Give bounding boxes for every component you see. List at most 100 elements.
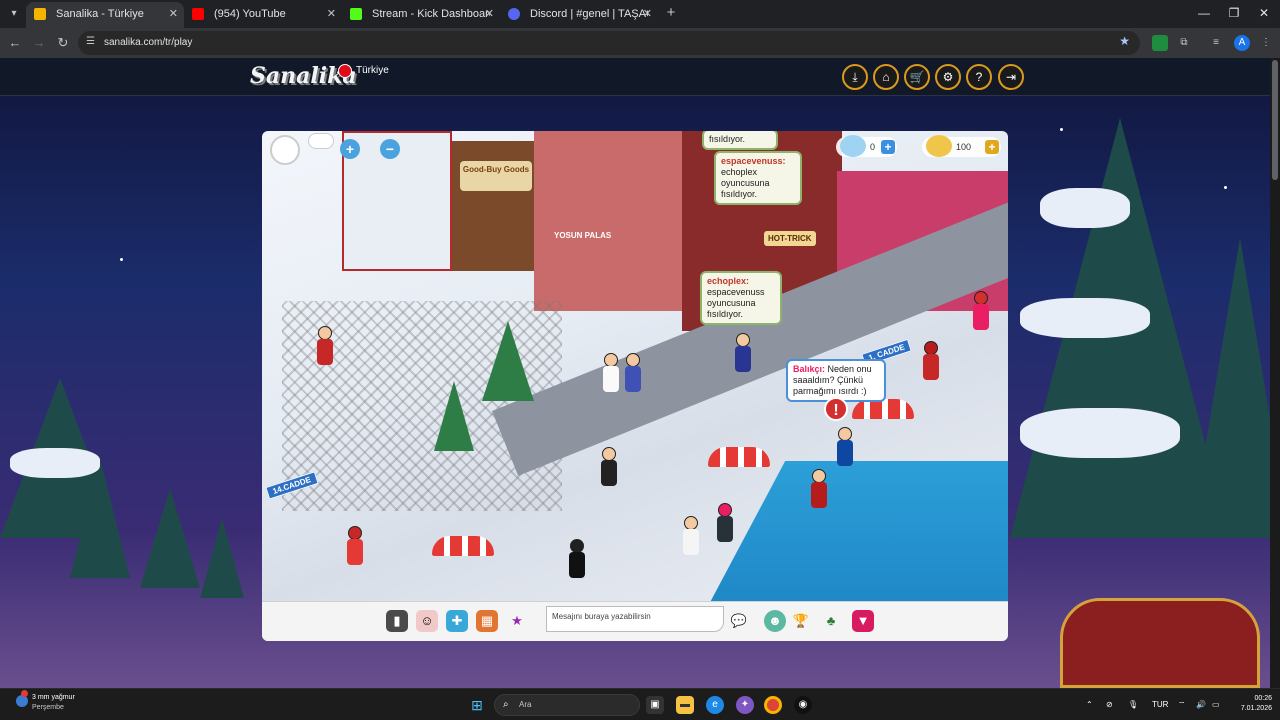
tab-sanalika[interactable]: Sanalika - Türkiye ✕	[26, 2, 184, 28]
task-view-icon[interactable]: ▣	[646, 696, 664, 714]
reload-button[interactable]: ↻	[54, 34, 72, 52]
player-avatar[interactable]	[922, 341, 940, 381]
player-avatar[interactable]	[568, 539, 586, 579]
site-info-icon[interactable]: ☰	[86, 35, 100, 49]
avatar-head	[924, 341, 938, 355]
search-placeholder: Ara	[519, 700, 532, 709]
pine-tree-decoration	[140, 488, 200, 588]
close-icon[interactable]: ✕	[169, 2, 178, 26]
close-icon[interactable]: ✕	[643, 2, 652, 26]
phone-icon[interactable]: ▮	[386, 610, 408, 632]
tab-discord[interactable]: Discord | #genel | TAŞACAK ✕	[500, 2, 658, 28]
chat-input[interactable]: Mesajını buraya yazabilirsin	[546, 606, 724, 632]
logout-button[interactable]: ⇥	[998, 64, 1024, 90]
chat-bubble-icon[interactable]: 💬	[728, 610, 750, 632]
menu-arrow-icon[interactable]: ▼	[852, 610, 874, 632]
close-icon[interactable]: ✕	[327, 2, 336, 26]
beach-umbrella[interactable]	[852, 399, 914, 419]
player-avatar[interactable]	[316, 326, 334, 366]
weather-icon	[16, 695, 28, 707]
inventory-icon[interactable]: ▦	[476, 610, 498, 632]
gold-counter[interactable]: 100 +	[922, 135, 1002, 157]
dance-icon[interactable]: ★	[506, 610, 528, 632]
player-avatar[interactable]	[836, 427, 854, 467]
file-explorer-icon[interactable]: ▬	[676, 696, 694, 714]
tab-search-icon[interactable]: ▾	[6, 6, 22, 22]
windows-start-icon[interactable]: ⊞	[468, 696, 486, 714]
volume-icon[interactable]: 🔊	[1196, 697, 1206, 713]
diamond-counter[interactable]: 0 +	[836, 135, 898, 157]
url-text[interactable]: sanalika.com/tr/play	[104, 31, 192, 55]
tab-kick[interactable]: Stream - Kick Dashboard ✕	[342, 2, 500, 28]
zoom-out-button[interactable]: −	[380, 139, 400, 159]
zoom-in-button[interactable]: +	[340, 139, 360, 159]
chrome-icon[interactable]	[764, 696, 782, 714]
window-close-button[interactable]: ✕	[1252, 4, 1276, 22]
profile-badge[interactable]	[308, 133, 334, 149]
taskbar-clock[interactable]: 00:26 7.01.2026	[1228, 694, 1272, 714]
wifi-icon[interactable]: ⌔	[1178, 697, 1186, 713]
player-avatar[interactable]	[810, 469, 828, 509]
region-selector[interactable]: Türkiye	[338, 64, 389, 80]
tab-label: Discord | #genel | TAŞACAK	[530, 8, 648, 20]
help-button[interactable]: ?	[966, 64, 992, 90]
microphone-icon[interactable]: 🎙	[1128, 697, 1138, 713]
obs-icon[interactable]: ◉	[794, 696, 812, 714]
player-avatar[interactable]	[972, 291, 990, 331]
extension-icon[interactable]	[1152, 35, 1168, 51]
weather-widget[interactable]: 3 mm yağmur Perşembe	[16, 690, 75, 713]
tray-overflow-icon[interactable]: ⌃	[1086, 697, 1093, 713]
emote-icon[interactable]: ☻	[764, 610, 786, 632]
goodbuy-building[interactable]: Good-Buy Goods	[452, 141, 542, 271]
avatar-body	[625, 366, 641, 392]
tab-youtube[interactable]: (954) YouTube ✕	[184, 2, 342, 28]
tab-label: (954) YouTube	[214, 8, 286, 20]
player-avatar[interactable]	[346, 526, 364, 566]
page-scrollbar[interactable]	[1270, 58, 1280, 688]
player-avatar[interactable]	[600, 447, 618, 487]
beach-umbrella[interactable]	[432, 536, 494, 556]
battery-icon[interactable]: ▭	[1212, 697, 1220, 713]
bookmark-star-icon[interactable]: ★	[1119, 34, 1130, 48]
player-avatar[interactable]	[734, 333, 752, 373]
island-icon[interactable]: ♣	[820, 610, 842, 632]
forward-button[interactable]: →	[30, 34, 48, 52]
game-canvas[interactable]: Good-Buy Goods YOSUN PALAS HOT-TRICK 14.…	[262, 131, 1008, 641]
cart-button[interactable]: 🛒	[904, 64, 930, 90]
player-avatar-button[interactable]	[270, 135, 300, 165]
diamond-icon	[840, 135, 866, 157]
sleigh-decoration	[1060, 598, 1260, 688]
menu-icon[interactable]: ⋮	[1258, 35, 1274, 51]
player-avatar[interactable]	[602, 353, 620, 393]
close-icon[interactable]: ✕	[485, 2, 494, 26]
maximize-button[interactable]: ❐	[1222, 4, 1246, 22]
language-indicator[interactable]: TUR	[1152, 697, 1168, 713]
back-button[interactable]: ←	[6, 34, 24, 52]
clothing-icon[interactable]: ✚	[446, 610, 468, 632]
copilot-icon[interactable]: ✦	[736, 696, 754, 714]
friends-icon[interactable]: ☺	[416, 610, 438, 632]
player-avatar[interactable]	[716, 503, 734, 543]
scrollbar-thumb[interactable]	[1272, 60, 1278, 180]
reading-list-icon[interactable]: ≡	[1208, 35, 1224, 51]
settings-button[interactable]: ⚙	[935, 64, 961, 90]
add-diamond-button[interactable]: +	[881, 140, 896, 154]
beach-umbrella[interactable]	[708, 447, 770, 467]
taskbar-search[interactable]: ⌕ Ara	[494, 694, 640, 716]
download-button[interactable]: ⤓	[842, 64, 868, 90]
profile-avatar[interactable]: A	[1234, 35, 1250, 51]
minimize-button[interactable]: —	[1192, 4, 1216, 22]
chat-placeholder: Mesajını buraya yazabilirsin	[552, 612, 651, 621]
new-tab-button[interactable]: +	[662, 4, 680, 22]
trophy-icon[interactable]: 🏆	[790, 610, 812, 632]
player-avatar[interactable]	[682, 516, 700, 556]
yosun-palas-building[interactable]: YOSUN PALAS	[534, 131, 684, 311]
edge-icon[interactable]: e	[706, 696, 724, 714]
home-button[interactable]: ⌂	[873, 64, 899, 90]
player-avatar[interactable]	[624, 353, 642, 393]
alert-icon[interactable]: !	[824, 397, 848, 421]
extensions-puzzle-icon[interactable]: ⧉	[1176, 35, 1192, 51]
add-gold-button[interactable]: +	[985, 140, 1000, 154]
address-bar[interactable]: ☰ sanalika.com/tr/play ★	[78, 31, 1140, 55]
tray-app-icon[interactable]: ⊘	[1106, 697, 1113, 713]
